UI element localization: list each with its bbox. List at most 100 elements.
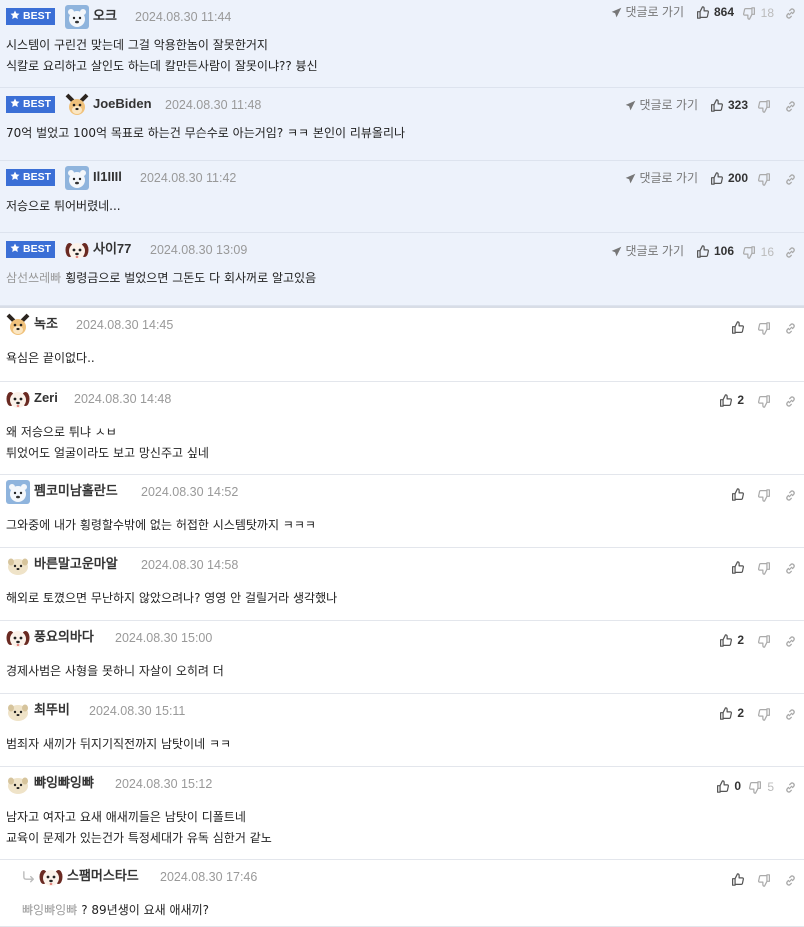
dislike-button[interactable] xyxy=(758,320,771,336)
like-count: 864 xyxy=(713,5,734,19)
go-to-reply-link[interactable]: 댓글로 가기 xyxy=(611,4,684,20)
link-icon xyxy=(784,708,797,721)
share-link-button[interactable] xyxy=(784,393,797,409)
dislike-button[interactable] xyxy=(758,872,771,888)
comment-line: 저승으로 튀어버렸네... xyxy=(6,196,121,217)
dislike-button[interactable]: 5 xyxy=(749,779,774,795)
nickname[interactable]: 사이77 xyxy=(93,241,131,257)
like-button[interactable] xyxy=(731,871,744,887)
mention[interactable]: 삼선쓰레빠 xyxy=(6,271,61,285)
avatar[interactable] xyxy=(65,166,89,190)
avatar[interactable] xyxy=(65,93,89,117)
best-badge: BEST xyxy=(6,169,55,186)
like-button[interactable]: 0 xyxy=(716,778,741,794)
like-count: 2 xyxy=(737,706,744,720)
dislike-button[interactable] xyxy=(758,706,771,722)
like-button[interactable] xyxy=(731,559,744,575)
share-link-button[interactable] xyxy=(784,560,797,576)
avatar[interactable] xyxy=(6,699,30,723)
link-icon xyxy=(784,7,797,20)
nickname[interactable]: 바른말고운마알 xyxy=(34,556,118,572)
thumbs-up-icon xyxy=(716,779,730,793)
comment-line: 식칼로 요리하고 살인도 하는데 칼만든사람이 잘못이냐?? 븅신 xyxy=(6,56,318,77)
share-link-button[interactable] xyxy=(784,320,797,336)
nickname[interactable]: 스팸머스타드 xyxy=(67,868,139,884)
nickname[interactable]: 풍요의바다 xyxy=(34,629,94,645)
avatar[interactable] xyxy=(6,772,30,796)
thumbs-down-icon xyxy=(758,707,771,721)
dislike-button[interactable] xyxy=(758,633,771,649)
share-link-button[interactable] xyxy=(784,244,797,260)
star-icon xyxy=(10,10,23,22)
share-link-button[interactable] xyxy=(784,171,797,187)
avatar[interactable] xyxy=(65,238,89,262)
timestamp: 2024.08.30 11:48 xyxy=(165,98,262,112)
timestamp: 2024.08.30 14:52 xyxy=(141,485,239,499)
nickname[interactable]: Il1IIIl xyxy=(93,169,122,185)
avatar[interactable] xyxy=(39,865,63,889)
nickname[interactable]: JoeBiden xyxy=(93,96,152,112)
best-badge: BEST xyxy=(6,241,55,258)
like-button[interactable]: 2 xyxy=(719,632,744,648)
like-button[interactable]: 2 xyxy=(719,392,744,408)
comment-line: 범죄자 새끼가 뒤지기직전까지 남탓이네 ㅋㅋ xyxy=(6,734,231,755)
thumbs-down-icon xyxy=(758,873,771,887)
best-comment: BEST 오크 2024.08.30 11:44 댓글로 가기 864 18 시스템이 구린… xyxy=(0,0,804,88)
like-button[interactable]: 2 xyxy=(719,705,744,721)
avatar[interactable] xyxy=(65,5,89,29)
comment-line: 튀었어도 얼굴이라도 보고 망신주고 싶네 xyxy=(6,443,209,464)
reply-arrow-icon xyxy=(22,871,36,886)
nickname[interactable]: 오크 xyxy=(93,8,117,24)
comment-line: 욕심은 끝이없다.. xyxy=(6,348,95,369)
share-link-button[interactable] xyxy=(784,98,797,114)
nickname[interactable]: 뺘잉뺘잉뺘 xyxy=(34,775,94,791)
share-link-button[interactable] xyxy=(784,5,797,21)
best-label: BEST xyxy=(23,98,52,110)
avatar[interactable] xyxy=(6,480,30,504)
like-button[interactable]: 106 xyxy=(696,243,734,259)
thumbs-down-icon xyxy=(758,394,771,408)
dislike-button[interactable] xyxy=(758,560,771,576)
comment-text: 70억 벌었고 100억 목표로 하는건 무슨수로 아는거임? ㅋㅋ 본인이 리… xyxy=(6,123,405,144)
avatar[interactable] xyxy=(6,313,30,337)
comment: Zeri 2024.08.30 14:48 2 왜 저승으로 튀냐 ㅅㅂ 튀었어도 얼굴… xyxy=(0,382,804,475)
go-to-reply-link[interactable]: 댓글로 가기 xyxy=(625,97,698,113)
share-link-button[interactable] xyxy=(784,487,797,503)
dislike-button[interactable]: 18 xyxy=(742,5,774,21)
link-icon xyxy=(784,100,797,113)
comment-line-text: 식칼로 요리하고 살인도 하는데 칼만든사람이 잘못이냐?? 븅신 xyxy=(6,59,318,73)
mention[interactable]: 뺘잉뺘잉뺘 xyxy=(22,903,77,917)
like-button[interactable]: 200 xyxy=(710,170,748,186)
dislike-button[interactable] xyxy=(758,171,771,187)
avatar[interactable] xyxy=(6,626,30,650)
paper-plane-icon xyxy=(611,5,625,19)
go-to-reply-link[interactable]: 댓글로 가기 xyxy=(611,243,684,259)
share-link-button[interactable] xyxy=(784,706,797,722)
nickname[interactable]: Zeri xyxy=(34,390,58,406)
avatar[interactable] xyxy=(6,387,30,411)
comment-line: 그와중에 내가 횡령할수밖에 없는 허접한 시스템탓까지 ㅋㅋㅋ xyxy=(6,515,316,536)
like-button[interactable] xyxy=(731,319,744,335)
share-link-button[interactable] xyxy=(784,779,797,795)
nickname[interactable]: 최뚜비 xyxy=(34,702,70,718)
nickname[interactable]: 녹조 xyxy=(34,316,58,332)
dislike-button[interactable] xyxy=(758,98,771,114)
dislike-button[interactable]: 16 xyxy=(742,244,774,260)
like-button[interactable]: 864 xyxy=(696,4,734,20)
like-button[interactable]: 323 xyxy=(710,97,748,113)
comment-line-text: 교육이 문제가 있는건가 특정세대가 유독 심한거 같노 xyxy=(6,831,272,845)
go-to-reply-link[interactable]: 댓글로 가기 xyxy=(625,170,698,186)
share-link-button[interactable] xyxy=(784,633,797,649)
avatar[interactable] xyxy=(6,553,30,577)
share-link-button[interactable] xyxy=(784,872,797,888)
dislike-button[interactable] xyxy=(758,393,771,409)
comment-text: 저승으로 튀어버렸네... xyxy=(6,196,121,217)
like-button[interactable] xyxy=(731,486,744,502)
comment-line-text: 그와중에 내가 횡령할수밖에 없는 허접한 시스템탓까지 ㅋㅋㅋ xyxy=(6,518,316,532)
like-count: 323 xyxy=(727,98,748,112)
dislike-button[interactable] xyxy=(758,487,771,503)
timestamp: 2024.08.30 15:00 xyxy=(115,631,213,645)
nickname[interactable]: 펨코미남홀란드 xyxy=(34,483,118,499)
paper-plane-icon xyxy=(625,98,639,112)
paper-plane-icon xyxy=(625,171,639,185)
